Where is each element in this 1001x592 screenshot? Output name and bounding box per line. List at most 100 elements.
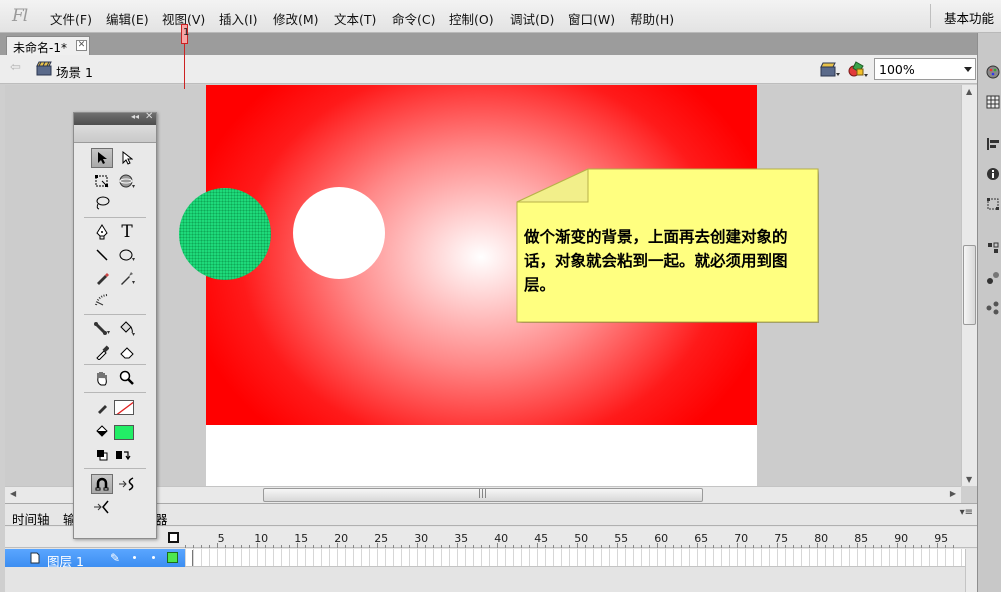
menu-edit[interactable]: 编辑(E) [106,9,149,28]
tab-timeline[interactable]: 时间轴 [12,509,50,528]
visibility-dot-icon[interactable] [133,556,136,559]
black-white-icon[interactable] [91,445,113,465]
deco-tool-icon[interactable] [91,290,113,310]
hand-tool-icon[interactable] [91,368,113,388]
vertical-scrollbar[interactable]: ▲ ▼ [961,85,977,486]
frame-tick [777,543,778,548]
frame-tick [377,543,378,548]
frame-tick [449,545,450,548]
frame-tick [817,543,818,548]
free-transform-tool-icon[interactable] [91,171,113,191]
frame-tick [945,545,946,548]
align-icon[interactable] [986,137,1000,151]
note-text: 做个渐变的背景，上面再去创建对象的话，对象就会粘到一起。就必须用到图层。 [524,228,788,294]
menu-debug[interactable]: 调试(D) [510,9,554,28]
horizontal-scroll-thumb[interactable]: ||| [263,488,703,502]
transform-icon[interactable] [986,197,1000,211]
frame-tick [521,545,522,548]
edit-scene-icon[interactable] [820,61,840,78]
frame-tick [713,545,714,548]
playhead[interactable]: 1 [181,24,189,44]
line-tool-icon[interactable] [91,245,113,265]
eyedropper-tool-icon[interactable] [91,342,113,362]
workspace-switcher[interactable]: 基本功能 [944,8,994,27]
project-icon[interactable] [986,301,1000,315]
back-arrow-icon[interactable]: ⇦ [10,60,21,75]
zoom-select[interactable]: 100% [874,58,976,80]
layer-outline-color[interactable] [167,552,178,563]
subselection-tool-icon[interactable] [116,148,138,168]
menu-commands[interactable]: 命令(C) [392,9,435,28]
lasso-tool-icon[interactable] [91,193,113,213]
timeline-scrollbar[interactable] [965,549,977,592]
frame-tick [369,545,370,548]
edit-symbol-icon[interactable] [847,60,869,79]
lock-dot-icon[interactable] [152,556,155,559]
close-tab-icon[interactable]: ✕ [76,40,87,51]
document-tab-strip: 未命名-1* ✕ [0,33,977,55]
snap-to-objects-icon[interactable] [91,474,113,494]
layer-row[interactable]: 图层 1 ✎ [5,549,185,570]
white-circle-shape[interactable] [293,187,385,279]
bone-tool-icon[interactable] [91,319,113,339]
text-tool-glyph: T [121,222,133,242]
collapse-icon[interactable]: ◂◂ [131,112,139,121]
menu-modify[interactable]: 修改(M) [273,9,319,28]
outline-toggle-icon[interactable] [168,532,179,543]
document-tab[interactable]: 未命名-1* ✕ [6,36,90,55]
stroke-color-swatch[interactable] [114,400,134,415]
frame-tick [881,545,882,548]
menu-insert[interactable]: 插入(I) [219,9,257,28]
frame-tick [473,545,474,548]
frame-tick [249,545,250,548]
text-tool-icon[interactable]: T [116,222,138,242]
pencil-tool-icon[interactable] [91,268,113,288]
frame-tick [497,543,498,548]
menu-text[interactable]: 文本(T) [334,9,376,28]
paint-bucket-tool-icon[interactable] [116,319,138,339]
frame-tick [297,543,298,548]
frame-tick [689,545,690,548]
frame-tick [801,545,802,548]
smooth-icon[interactable] [116,474,138,494]
scroll-up-icon[interactable]: ▲ [966,87,972,96]
color-palette-icon[interactable] [986,65,1000,79]
green-circle-shape[interactable] [179,188,271,280]
close-icon[interactable]: ✕ [145,111,153,122]
scroll-left-icon[interactable]: ◀ [10,489,16,498]
oval-tool-icon[interactable] [116,245,138,265]
frame-tick [761,545,762,548]
info-icon[interactable] [986,167,1000,181]
fill-color-swatch[interactable] [114,425,134,440]
layer-name[interactable]: 图层 1 [47,551,84,570]
3d-rotation-tool-icon[interactable] [116,171,138,191]
components-icon[interactable] [986,241,1000,255]
swap-colors-icon[interactable] [112,445,134,465]
scene-breadcrumb[interactable]: 场景 1 [56,62,93,81]
straighten-icon[interactable] [91,497,113,517]
pen-tool-icon[interactable] [91,222,113,242]
chevron-down-icon[interactable] [964,67,972,72]
motion-presets-icon[interactable] [986,271,1000,285]
scroll-down-icon[interactable]: ▼ [966,475,972,484]
menu-window[interactable]: 窗口(W) [568,9,615,28]
vertical-scroll-thumb[interactable] [963,245,976,325]
menu-help[interactable]: 帮助(H) [630,9,674,28]
stroke-color-pencil-icon [91,397,113,417]
frame-tick [737,543,738,548]
selection-tool-icon[interactable] [91,148,113,168]
brush-tool-icon[interactable] [116,268,138,288]
frame-grid[interactable] [185,549,965,567]
eraser-tool-icon[interactable] [116,342,138,362]
panel-menu-icon[interactable]: ▾≡ [960,507,973,518]
scroll-right-icon[interactable]: ▶ [950,489,956,498]
zoom-tool-icon[interactable] [116,368,138,388]
tools-titlebar[interactable]: ◂◂ ✕ [74,111,156,125]
menu-control[interactable]: 控制(O) [449,9,494,28]
keyframe[interactable] [187,550,193,566]
tools-header [74,125,156,143]
menu-file[interactable]: 文件(F) [50,9,92,28]
swatches-grid-icon[interactable] [986,95,1000,109]
menubar: Fl 文件(F) 编辑(E) 视图(V) 插入(I) 修改(M) 文本(T) 命… [0,0,1001,33]
frame-ruler[interactable]: 5 10 15 20 25 30 35 40 45 50 55 60 65 70 75 80 85 90 95 [185,527,965,548]
